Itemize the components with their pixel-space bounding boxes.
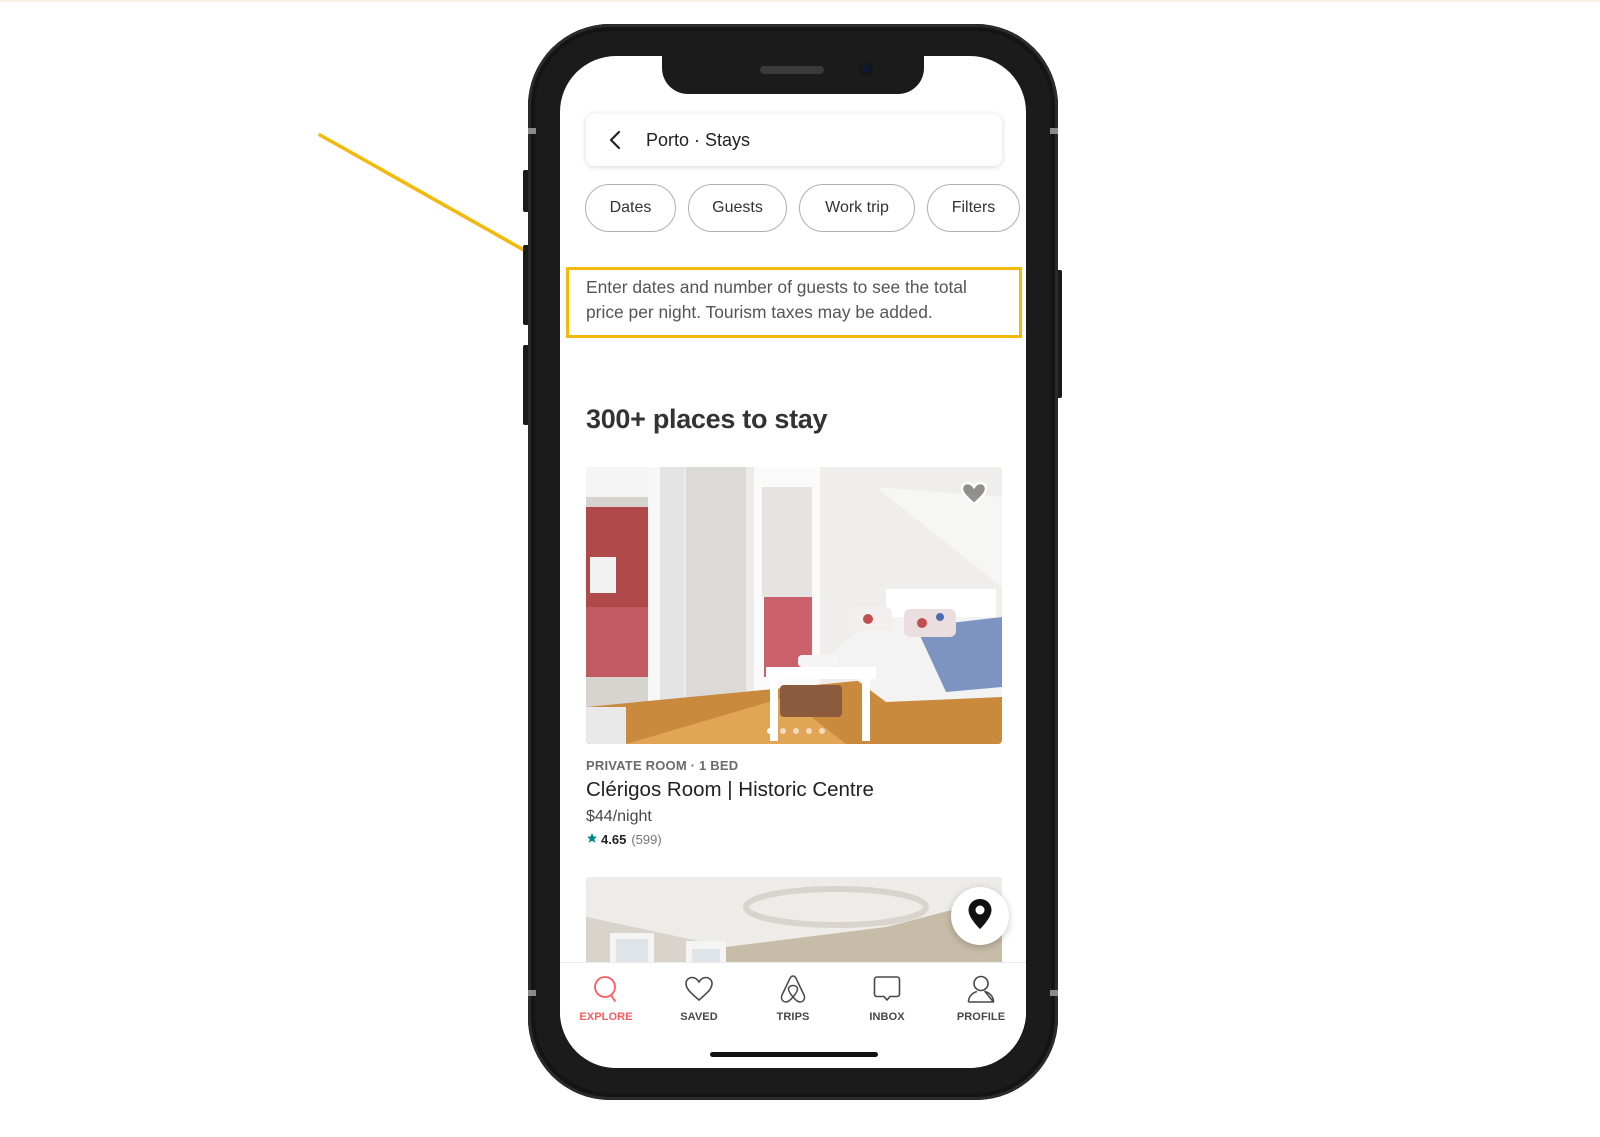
user-icon (965, 973, 997, 1005)
antenna-band (528, 128, 536, 134)
tab-saved[interactable]: SAVED (659, 973, 739, 1023)
photo-pagination (767, 728, 825, 734)
review-count: (599) (631, 832, 662, 847)
tab-trips[interactable]: TRIPS (753, 973, 833, 1023)
tab-label: EXPLORE (579, 1011, 633, 1023)
pagination-dot[interactable] (767, 728, 773, 734)
search-title: Porto · Stays (646, 129, 751, 150)
listing-rating: 4.65 (599) (586, 832, 662, 847)
pagination-dot[interactable] (780, 728, 786, 734)
antenna-band (1050, 128, 1058, 134)
listing-price: $44/night (586, 808, 652, 825)
phone-screen: Porto · Stays Dates Guests Work trip Fil… (560, 56, 1026, 1068)
antenna-band (1050, 990, 1058, 996)
search-icon (590, 973, 622, 1005)
top-border (0, 0, 1600, 2)
rating-value: 4.65 (601, 832, 627, 847)
airbnb-logo-icon (777, 973, 809, 1005)
earpiece-speaker (760, 66, 824, 74)
dates-chip[interactable]: Dates (585, 184, 676, 232)
front-camera (859, 62, 873, 76)
tab-label: TRIPS (776, 1011, 810, 1023)
save-heart-icon[interactable] (960, 481, 988, 507)
heart-icon (683, 973, 715, 1005)
listing-title[interactable]: Clérigos Room | Historic Centre (586, 778, 874, 802)
home-indicator[interactable] (710, 1052, 878, 1057)
chat-bubble-icon (871, 973, 903, 1005)
work-trip-chip[interactable]: Work trip (799, 184, 915, 232)
notch (662, 56, 924, 94)
filter-chips: Dates Guests Work trip Filters (585, 184, 1020, 232)
star-icon (586, 832, 598, 847)
tab-explore[interactable]: EXPLORE (566, 973, 646, 1023)
tab-label: INBOX (869, 1011, 905, 1023)
pagination-dot[interactable] (819, 728, 825, 734)
map-pin-icon (967, 898, 993, 935)
pagination-dot[interactable] (793, 728, 799, 734)
search-bar[interactable]: Porto · Stays (586, 114, 1002, 166)
guests-chip[interactable]: Guests (688, 184, 787, 232)
tab-profile[interactable]: PROFILE (941, 973, 1021, 1023)
chevron-left-icon[interactable] (608, 130, 628, 150)
tab-inbox[interactable]: INBOX (847, 973, 927, 1023)
filters-chip[interactable]: Filters (927, 184, 1020, 232)
pagination-dot[interactable] (806, 728, 812, 734)
antenna-band (528, 990, 536, 996)
results-heading: 300+ places to stay (586, 404, 828, 434)
tab-label: PROFILE (956, 1011, 1006, 1023)
annotation-highlight-box (566, 267, 1022, 338)
listing-type: PRIVATE ROOM · 1 BED (586, 758, 739, 773)
room-photo-illustration (586, 467, 1002, 744)
tab-label: SAVED (680, 1011, 718, 1023)
map-button[interactable] (951, 887, 1009, 945)
listing-photo[interactable] (586, 467, 1002, 744)
